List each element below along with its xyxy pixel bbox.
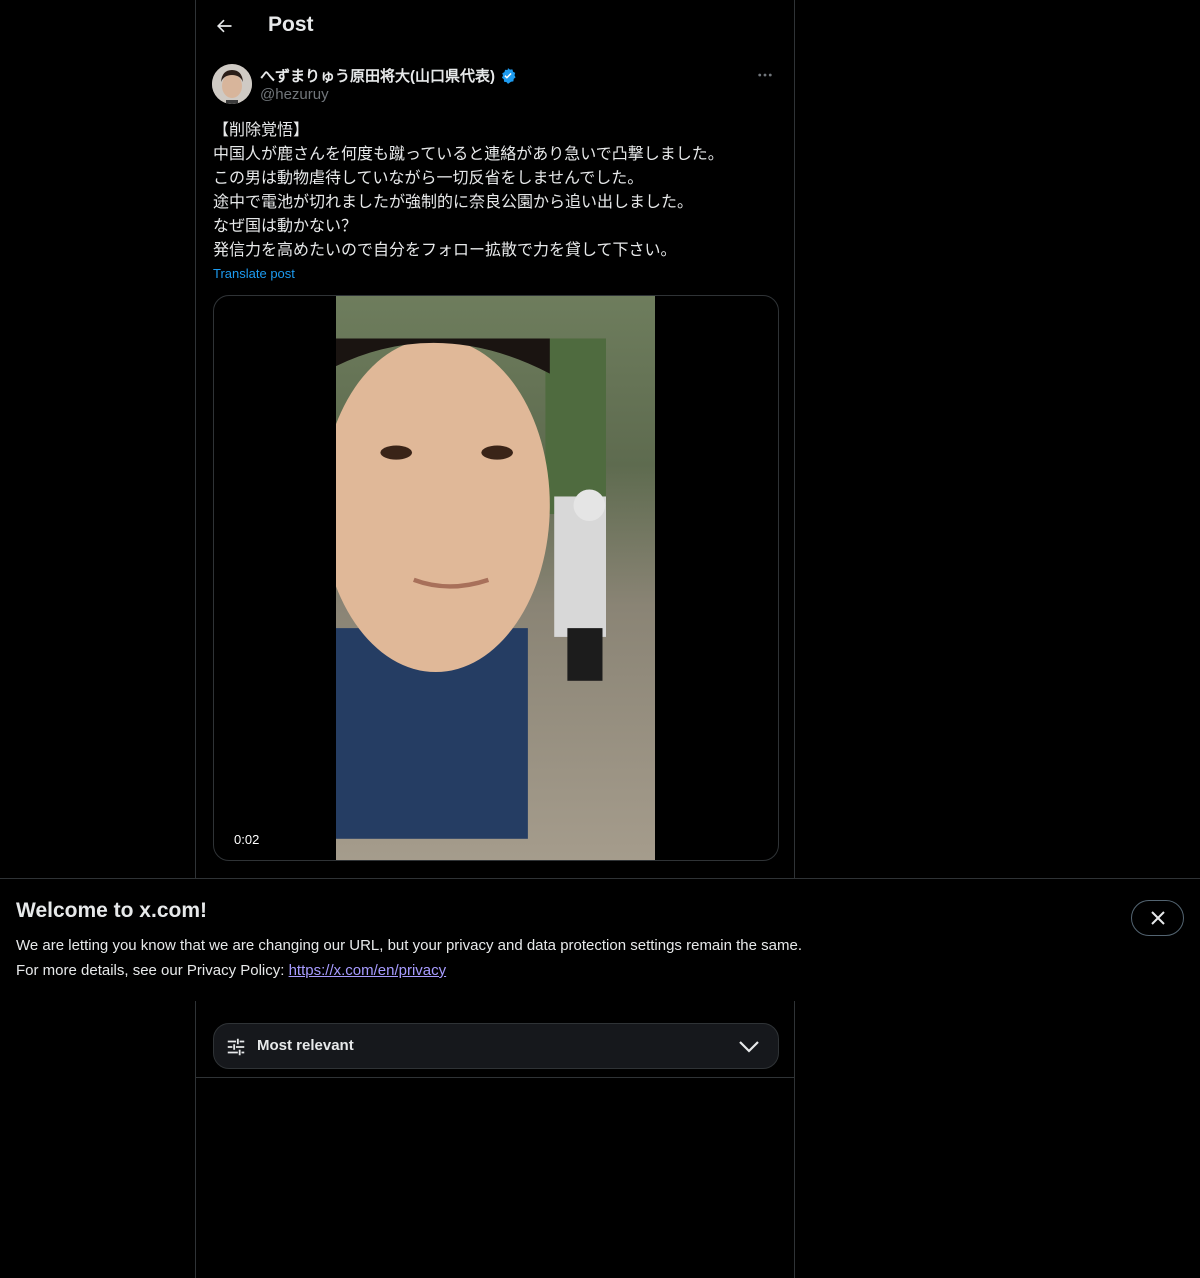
- page-title: Post: [268, 13, 314, 36]
- primary-column: Post へずまりゅう原田将大(山口県代表) @hezuruy 【削除覚悟】 中…: [195, 0, 795, 1278]
- welcome-banner: Welcome to x.com! We are letting you kno…: [0, 878, 1200, 1001]
- more-options-button[interactable]: [752, 62, 778, 88]
- post-text-line: 【削除覚悟】: [213, 122, 310, 139]
- sliders-icon: [225, 1036, 247, 1063]
- post-text-line: 発信力を高めたいので自分をフォロー拡散で力を貸して下さい。: [213, 242, 677, 259]
- top-bar: Post: [196, 0, 794, 53]
- close-icon: [1150, 911, 1165, 925]
- video-player[interactable]: 0:02: [213, 295, 779, 861]
- banner-close-button[interactable]: [1131, 900, 1184, 936]
- post-text-line: 中国人が鹿さんを何度も蹴っていると連絡があり急いで凸撃しました。: [213, 146, 724, 163]
- back-button[interactable]: [206, 8, 242, 44]
- post-text: 【削除覚悟】 中国人が鹿さんを何度も蹴っていると連絡があり急いで凸撃しました。 …: [213, 119, 779, 263]
- video-still: [336, 338, 606, 839]
- banner-message: We are letting you know that we are chan…: [16, 937, 802, 954]
- verified-badge-icon: [499, 67, 517, 85]
- more-icon: [758, 73, 772, 77]
- banner-privacy-line: For more details, see our Privacy Policy…: [16, 962, 446, 979]
- sort-label: Most relevant: [257, 1037, 354, 1054]
- section-divider: [196, 1077, 794, 1078]
- privacy-policy-link[interactable]: https://x.com/en/privacy: [289, 962, 447, 979]
- banner-title: Welcome to x.com!: [16, 899, 207, 922]
- author-display-name[interactable]: へずまりゅう原田将大(山口県代表): [260, 65, 495, 86]
- translate-post-link[interactable]: Translate post: [213, 266, 295, 281]
- post-text-line: なぜ国は動かない？: [213, 218, 358, 235]
- author-name[interactable]: へずまりゅう原田将大(山口県代表): [260, 65, 517, 86]
- reply-sort-dropdown[interactable]: Most relevant: [213, 1023, 779, 1069]
- video-timestamp: 0:02: [234, 832, 260, 847]
- arrow-left-icon: [217, 19, 232, 33]
- author-handle[interactable]: @hezuruy: [260, 86, 329, 103]
- chevron-down-icon: [738, 1038, 760, 1059]
- post-author: へずまりゅう原田将大(山口県代表) @hezuruy: [212, 64, 778, 108]
- banner-privacy-prefix: For more details, see our Privacy Policy…: [16, 962, 289, 979]
- video-frame[interactable]: [336, 296, 655, 860]
- post-text-line: 途中で電池が切れましたが強制的に奈良公園から追い出しました。: [213, 194, 694, 211]
- avatar[interactable]: [212, 64, 252, 104]
- post-text-line: この男は動物虐待していながら一切反省をしませんでした。: [213, 170, 644, 187]
